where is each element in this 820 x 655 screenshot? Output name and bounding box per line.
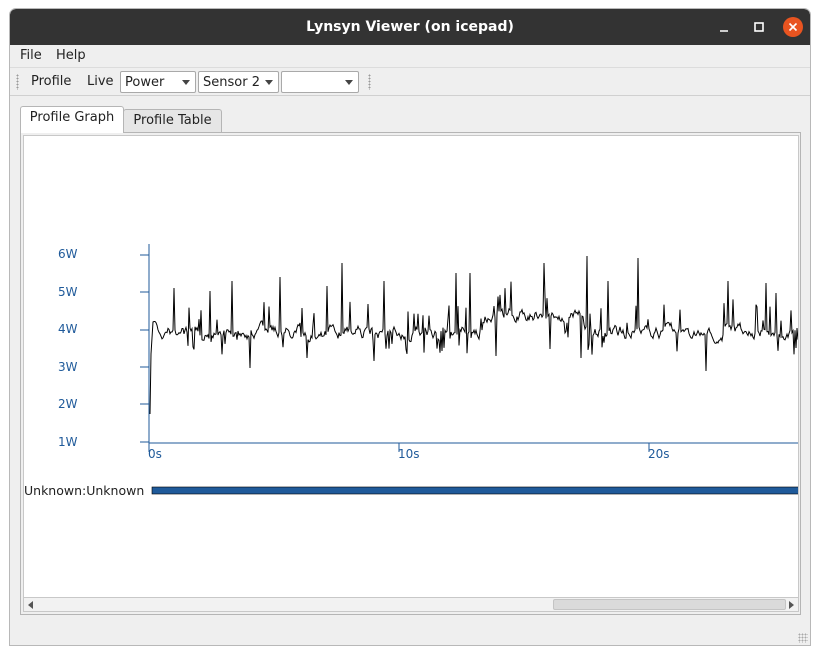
live-button[interactable]: Live bbox=[87, 74, 114, 89]
y-tick-label: 2W bbox=[58, 397, 78, 411]
menu-file[interactable]: File bbox=[20, 48, 42, 63]
window-title: Lynsyn Viewer (on icepad) bbox=[306, 19, 514, 35]
title-bar[interactable]: Lynsyn Viewer (on icepad) bbox=[10, 9, 810, 45]
toolbar-grip-handle[interactable] bbox=[368, 74, 371, 90]
minimize-icon[interactable] bbox=[714, 17, 734, 37]
horizontal-scrollbar[interactable] bbox=[23, 597, 799, 612]
menu-bar: File Help bbox=[10, 45, 810, 67]
y-tick-label: 5W bbox=[58, 285, 78, 299]
tab-panel: 6W 5W 4W 3W 2W 1W 0s 10s 20s Unknown:Unk… bbox=[20, 132, 801, 615]
toolbar: Profile Live Power Sensor 2 bbox=[10, 67, 810, 96]
y-tick-label: 3W bbox=[58, 360, 78, 374]
toolbar-grip-handle[interactable] bbox=[16, 74, 19, 90]
sensor-combo-value: Sensor 2 bbox=[203, 75, 260, 90]
scrollbar-thumb[interactable] bbox=[553, 599, 786, 610]
menu-help[interactable]: Help bbox=[56, 48, 86, 63]
tab-profile-graph[interactable]: Profile Graph bbox=[20, 106, 124, 133]
profile-button[interactable]: Profile bbox=[31, 74, 71, 89]
measure-combo[interactable]: Power bbox=[120, 71, 196, 93]
y-tick-label: 6W bbox=[58, 247, 78, 261]
y-tick-label: 1W bbox=[58, 435, 78, 449]
scroll-left-icon[interactable] bbox=[28, 601, 33, 609]
maximize-icon[interactable] bbox=[749, 17, 769, 37]
x-tick-label: 20s bbox=[648, 447, 670, 461]
tab-profile-table[interactable]: Profile Table bbox=[123, 109, 222, 134]
x-tick-label: 0s bbox=[148, 447, 162, 461]
third-combo[interactable] bbox=[281, 71, 359, 93]
chevron-down-icon bbox=[182, 80, 190, 85]
power-graph bbox=[140, 244, 799, 495]
scroll-right-icon[interactable] bbox=[789, 601, 794, 609]
resize-grip-handle[interactable] bbox=[798, 633, 808, 643]
sensor-combo[interactable]: Sensor 2 bbox=[198, 71, 279, 93]
power-series-line bbox=[149, 255, 798, 415]
close-icon[interactable] bbox=[783, 17, 803, 37]
chevron-down-icon bbox=[345, 80, 353, 85]
profile-graph-canvas[interactable]: 6W 5W 4W 3W 2W 1W 0s 10s 20s Unknown:Unk… bbox=[23, 135, 799, 600]
timeline-bar[interactable] bbox=[151, 486, 799, 495]
chevron-down-icon bbox=[265, 80, 273, 85]
y-axis-ticks bbox=[140, 254, 149, 443]
measure-combo-value: Power bbox=[125, 75, 165, 90]
y-tick-label: 4W bbox=[58, 322, 78, 336]
app-window: Lynsyn Viewer (on icepad) File Help Prof… bbox=[9, 8, 811, 646]
x-tick-label: 10s bbox=[398, 447, 420, 461]
timeline-label: Unknown:Unknown bbox=[24, 483, 145, 498]
